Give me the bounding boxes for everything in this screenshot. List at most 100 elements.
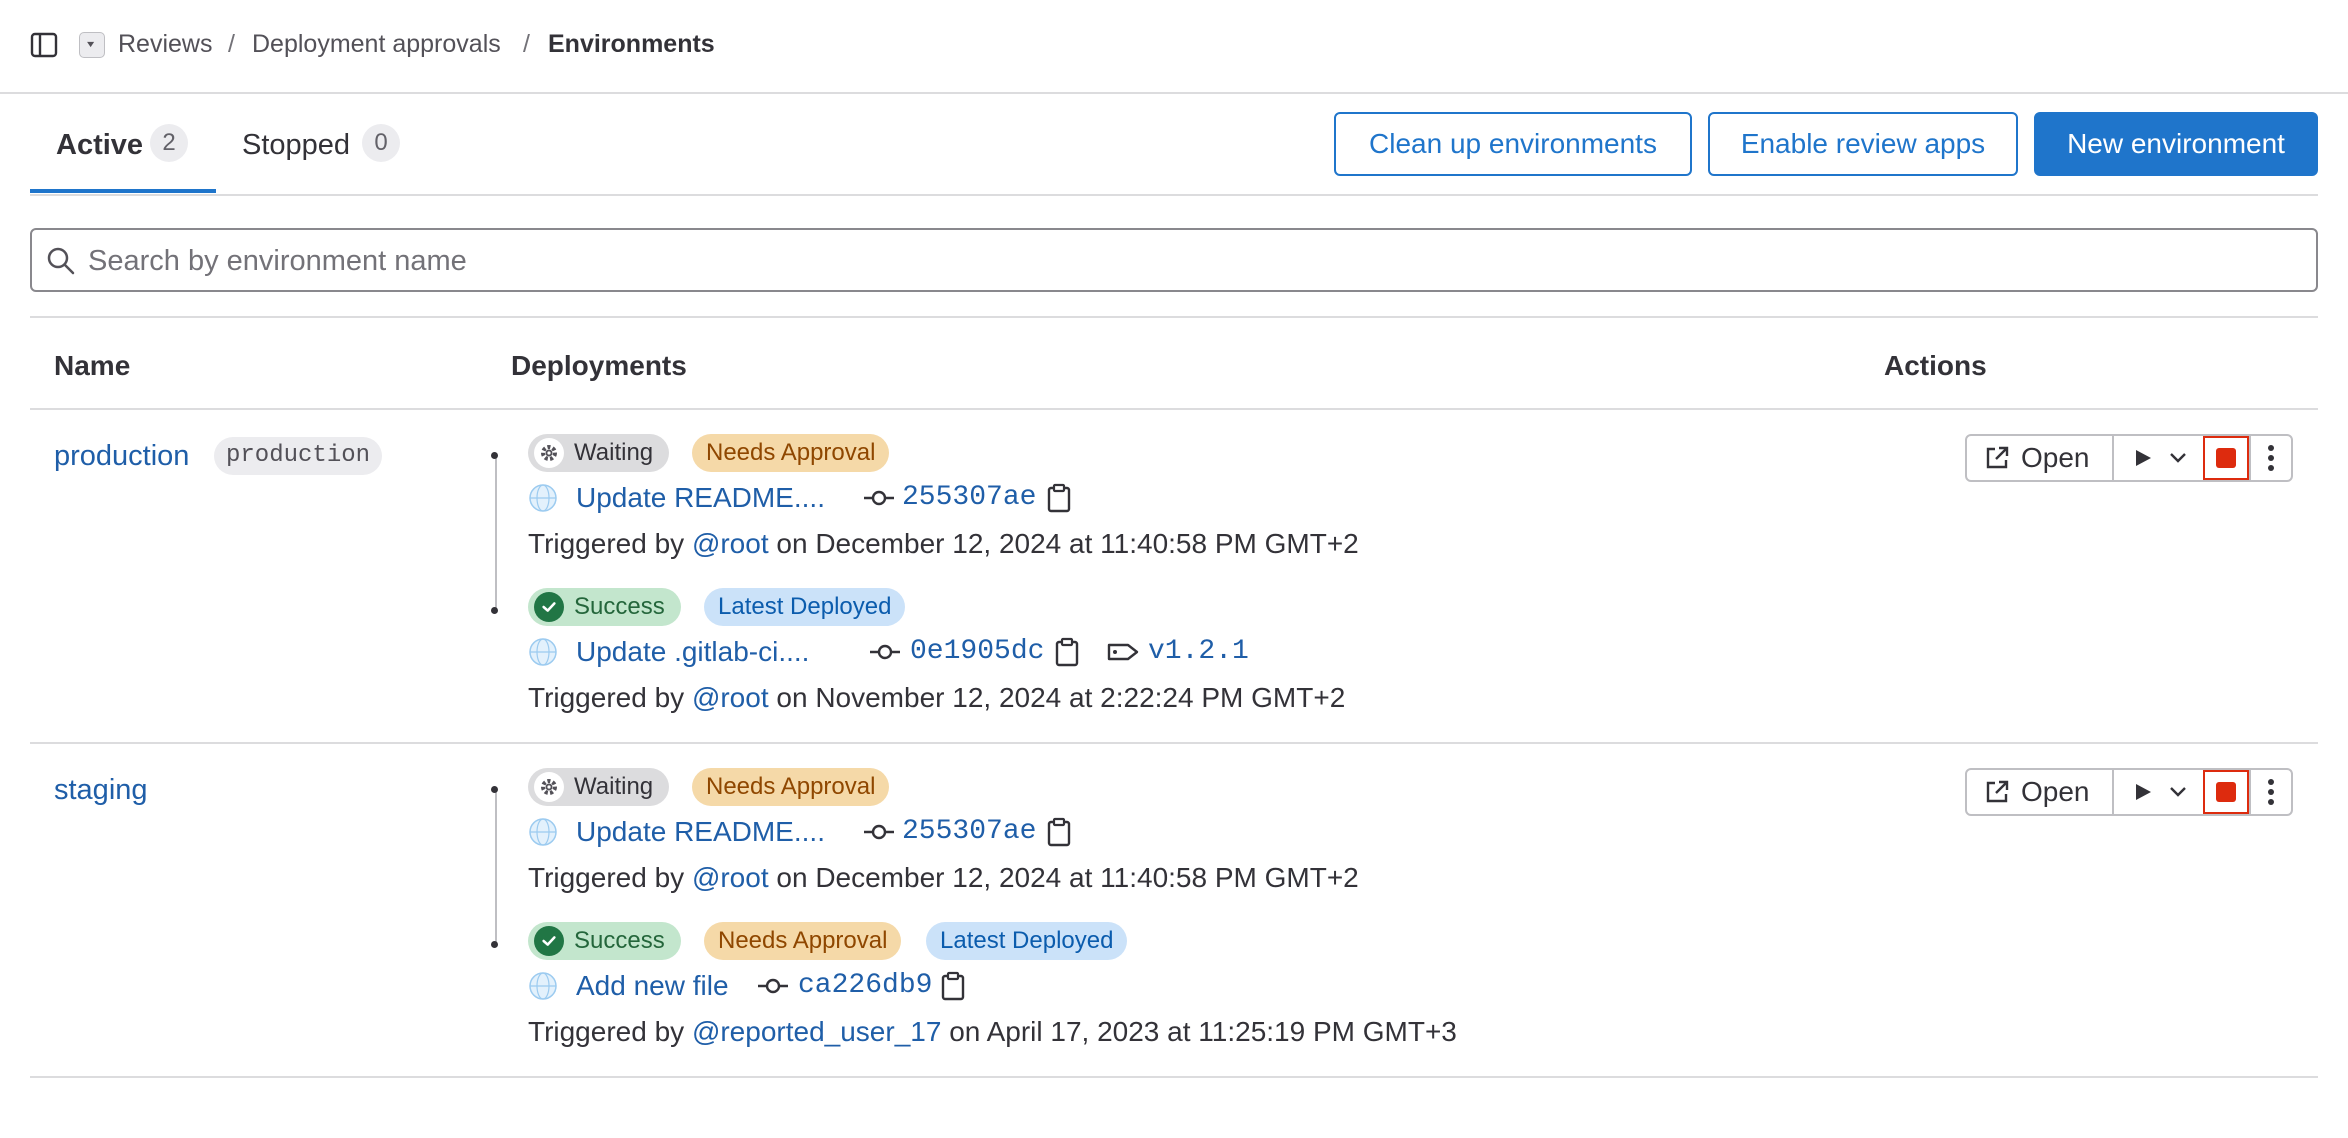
clean-up-environments-button[interactable]: Clean up environments: [1334, 112, 1692, 176]
environment-actions-group: Open: [1965, 434, 2293, 482]
deployment-date: on December 12, 2024 at 11:40:58 PM GMT+…: [776, 862, 1359, 893]
breadcrumb-separator: /: [523, 30, 530, 58]
column-header-deployments: Deployments: [511, 350, 687, 381]
triggered-by-label: Triggered by: [528, 682, 685, 713]
tab-active-count: 2: [150, 124, 188, 162]
globe-avatar-icon: [529, 972, 557, 1000]
commit-sha-link[interactable]: 255307ae: [902, 482, 1036, 513]
enable-review-apps-button[interactable]: Enable review apps: [1708, 112, 2018, 176]
breadcrumb-separator: /: [228, 30, 235, 58]
user-link[interactable]: @root: [692, 682, 769, 713]
column-header-name: Name: [54, 350, 131, 381]
commit-sha-link[interactable]: 0e1905dc: [910, 636, 1044, 667]
table-top-divider: [30, 316, 2318, 318]
status-badge-success[interactable]: Success: [528, 922, 681, 960]
user-link[interactable]: @root: [692, 862, 769, 893]
commit-title-link[interactable]: Add new file: [576, 970, 729, 1002]
gear-icon: [534, 438, 564, 468]
new-environment-button[interactable]: New environment: [2034, 112, 2318, 176]
tab-active[interactable]: Active: [56, 129, 143, 162]
tab-stopped[interactable]: Stopped: [242, 129, 350, 162]
latest-deployed-badge: Latest Deployed: [704, 588, 906, 626]
latest-deployed-badge: Latest Deployed: [926, 922, 1128, 960]
user-link[interactable]: @reported_user_17: [692, 1016, 941, 1047]
breadcrumb-deployment-approvals[interactable]: Deployment approvals: [252, 30, 501, 59]
status-label: Waiting: [574, 773, 654, 800]
action-divider: [2112, 436, 2114, 480]
commit-icon: [864, 490, 894, 506]
commit-title-link[interactable]: Update README....: [576, 482, 825, 514]
environment-name-link[interactable]: production: [54, 440, 189, 473]
deployment-meta: Triggered by @root on November 12, 2024 …: [528, 682, 1345, 714]
user-link[interactable]: @root: [692, 528, 769, 559]
commit-title-link[interactable]: Update .gitlab-ci....: [576, 636, 809, 668]
clipboard-icon[interactable]: [940, 971, 966, 1001]
triggered-by-label: Triggered by: [528, 1016, 685, 1047]
commit-icon: [870, 644, 900, 660]
kebab-icon[interactable]: [2259, 776, 2283, 808]
commit-title-link[interactable]: Update README....: [576, 816, 825, 848]
timeline-bullet: [491, 607, 498, 614]
deployment-meta: Triggered by @root on December 12, 2024 …: [528, 528, 1359, 560]
commit-sha-link[interactable]: ca226db9: [798, 970, 932, 1001]
deployment-timeline: [495, 458, 497, 612]
gear-icon: [534, 772, 564, 802]
external-link-icon: [1986, 446, 2009, 469]
play-icon: [2136, 450, 2151, 466]
row-divider: [30, 742, 2318, 744]
stop-icon: [2216, 448, 2236, 468]
globe-avatar-icon: [529, 484, 557, 512]
chevron-down-icon: [2170, 453, 2186, 463]
tab-stopped-count: 0: [362, 124, 400, 162]
status-badge-waiting[interactable]: Waiting: [528, 768, 670, 806]
open-button[interactable]: Open: [1983, 773, 2090, 811]
open-label: Open: [2021, 442, 2090, 473]
check-circle-icon: [534, 592, 564, 622]
deploy-dropdown-button[interactable]: [2115, 436, 2203, 480]
clipboard-icon[interactable]: [1054, 637, 1080, 667]
breadcrumb-reviews[interactable]: Reviews: [118, 30, 212, 59]
status-label: Success: [574, 593, 665, 620]
sidebar-toggle-icon[interactable]: [30, 31, 58, 59]
triggered-by-label: Triggered by: [528, 862, 685, 893]
status-label: Waiting: [574, 439, 654, 466]
action-divider: [2249, 436, 2251, 480]
project-avatar[interactable]: [79, 32, 105, 58]
environment-name-link[interactable]: staging: [54, 774, 148, 807]
environment-tier-badge: production: [214, 437, 383, 475]
chevron-down-icon: [87, 41, 95, 48]
clipboard-icon[interactable]: [1046, 483, 1072, 513]
stop-button[interactable]: [2203, 436, 2249, 480]
kebab-icon[interactable]: [2259, 442, 2283, 474]
commit-icon: [864, 824, 894, 840]
open-button[interactable]: Open: [1983, 439, 2090, 477]
needs-approval-badge: Needs Approval: [692, 434, 890, 472]
environment-actions-group: Open: [1965, 768, 2293, 816]
deployment-timeline: [495, 792, 497, 946]
commit-sha-link[interactable]: 255307ae: [902, 816, 1036, 847]
action-divider: [2249, 770, 2251, 814]
search-input[interactable]: [86, 230, 2290, 292]
clipboard-icon[interactable]: [1046, 817, 1072, 847]
tag-link[interactable]: v1.2.1: [1148, 636, 1249, 667]
active-tab-indicator: [30, 189, 216, 193]
globe-avatar-icon: [529, 638, 557, 666]
check-circle-icon: [534, 926, 564, 956]
search-box[interactable]: [30, 228, 2318, 292]
stop-icon: [2216, 782, 2236, 802]
external-link-icon: [1986, 780, 2009, 803]
breadcrumb-environments[interactable]: Environments: [548, 30, 715, 59]
action-divider: [2112, 770, 2114, 814]
deployment-date: on November 12, 2024 at 2:22:24 PM GMT+2: [776, 682, 1346, 713]
triggered-by-label: Triggered by: [528, 528, 685, 559]
status-badge-waiting[interactable]: Waiting: [528, 434, 670, 472]
deploy-dropdown-button[interactable]: [2115, 770, 2203, 814]
open-label: Open: [2021, 776, 2090, 807]
chevron-down-icon: [2170, 787, 2186, 797]
stop-button[interactable]: [2203, 770, 2249, 814]
globe-avatar-icon: [529, 818, 557, 846]
status-badge-success[interactable]: Success: [528, 588, 681, 626]
commit-icon: [758, 978, 788, 994]
timeline-bullet: [491, 452, 498, 459]
needs-approval-badge: Needs Approval: [692, 768, 890, 806]
